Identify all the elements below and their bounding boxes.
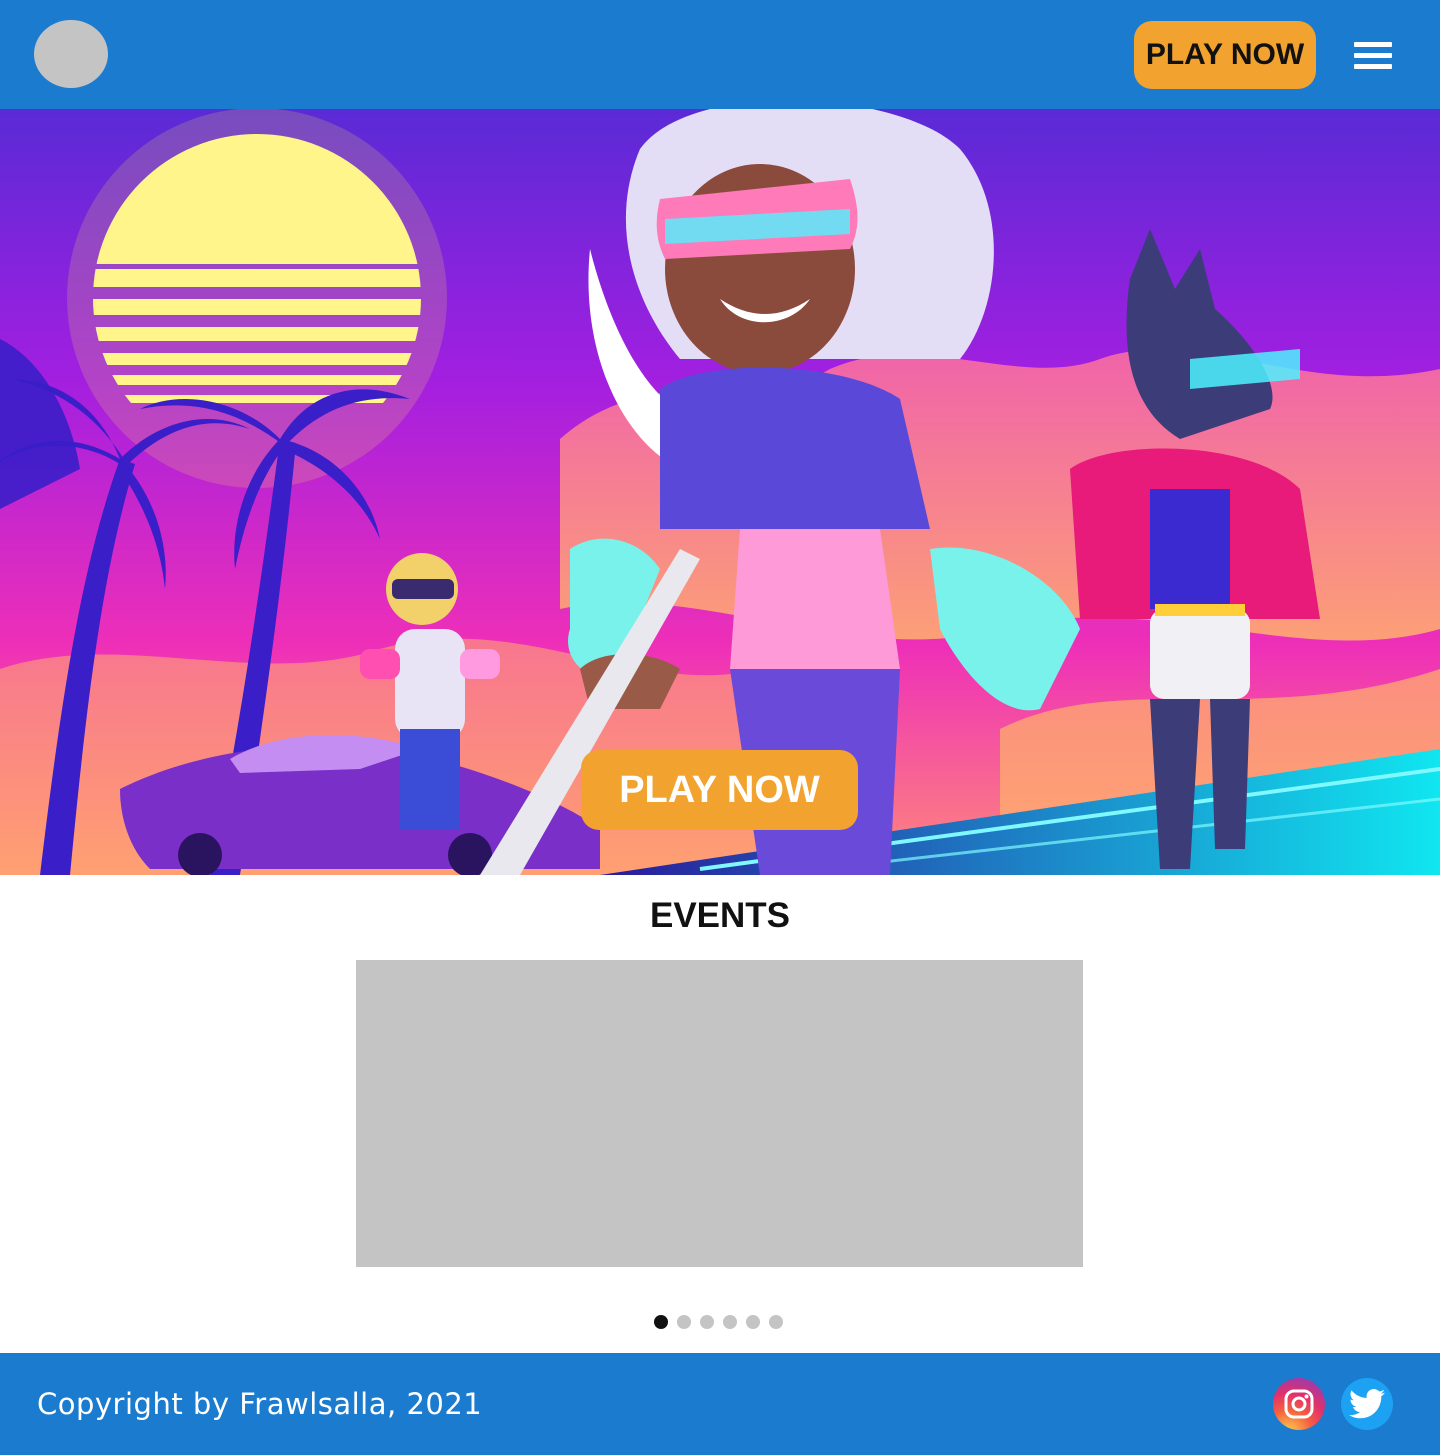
carousel-dots — [654, 1315, 783, 1329]
carousel-dot-5[interactable] — [746, 1315, 760, 1329]
logo-placeholder-icon[interactable] — [34, 20, 108, 88]
copyright-text: Copyright by Frawlsalla, 2021 — [37, 1387, 483, 1421]
carousel-dot-4[interactable] — [723, 1315, 737, 1329]
hamburger-menu-icon[interactable] — [1354, 42, 1392, 70]
hero-banner: PLAY NOW — [0, 109, 1440, 875]
header-play-now-button[interactable]: PLAY NOW — [1134, 21, 1316, 89]
site-header: PLAY NOW — [0, 0, 1440, 109]
instagram-icon[interactable] — [1273, 1378, 1325, 1430]
hero-play-now-button[interactable]: PLAY NOW — [581, 750, 858, 830]
event-slide-image[interactable] — [356, 960, 1083, 1267]
carousel-dot-1[interactable] — [654, 1315, 668, 1329]
carousel-dot-6[interactable] — [769, 1315, 783, 1329]
carousel-dot-3[interactable] — [700, 1315, 714, 1329]
site-footer: Copyright by Frawlsalla, 2021 — [0, 1353, 1440, 1455]
events-title: EVENTS — [649, 896, 791, 935]
twitter-icon[interactable] — [1341, 1378, 1393, 1430]
carousel-dot-2[interactable] — [677, 1315, 691, 1329]
